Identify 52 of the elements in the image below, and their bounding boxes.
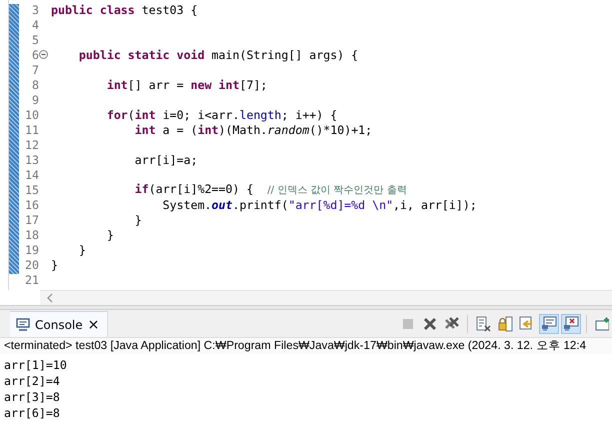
collapse-icon[interactable] xyxy=(39,50,48,59)
line-number: 3 xyxy=(31,2,39,16)
line-number: 20 xyxy=(24,258,39,272)
lock-document-icon xyxy=(497,316,513,332)
monitor-icon xyxy=(16,318,30,331)
monitor-icon xyxy=(541,316,557,332)
code-line: } xyxy=(134,212,142,226)
stop-icon xyxy=(402,318,414,330)
close-tab-button[interactable]: × xyxy=(88,316,100,332)
code-line: } xyxy=(78,242,86,256)
line-number: 12 xyxy=(24,138,39,152)
code-line: public class test03 { xyxy=(51,2,198,16)
console-output-line: arr[1]=10 xyxy=(4,357,68,373)
line-number: 13 xyxy=(24,152,39,166)
line-number: 4 xyxy=(31,18,39,32)
code-line: if(arr[i]%2==0) { // 인덱스 값이 짝수인것만 출력 xyxy=(134,182,407,197)
console-status: <terminated> test03 [Java Application] C:₩Program Files₩Java₩jdk-17₩bin₩javaw.exe (2024. 3. 12. 오후 12:4 xyxy=(0,338,612,354)
console-output-line: arr[3]=8 xyxy=(4,389,61,405)
line-number: 14 xyxy=(24,168,39,182)
line-number: 15 xyxy=(24,182,39,196)
code-line: } xyxy=(51,258,58,272)
line-number: 7 xyxy=(31,62,39,76)
code-line: public static void main(String[] args) { xyxy=(78,48,358,62)
monitor-error-icon xyxy=(563,316,579,332)
code-line: } xyxy=(106,228,114,242)
line-number: 10 xyxy=(24,108,39,122)
console-tab[interactable]: Console × xyxy=(10,311,108,337)
line-number: 17 xyxy=(24,212,39,226)
wrap-arrow-icon xyxy=(519,316,535,332)
code-line: System.out.printf("arr[%d]=%d \n",i, arr[i]); xyxy=(162,198,477,212)
line-number: 6 xyxy=(31,48,39,62)
console-output-line: arr[6]=8 xyxy=(4,405,61,421)
line-number: 5 xyxy=(31,32,39,46)
toolbar-button[interactable] xyxy=(561,314,581,334)
line-number: 11 xyxy=(24,122,39,136)
toolbar-button[interactable] xyxy=(539,314,559,334)
line-number: 8 xyxy=(31,78,39,92)
code-line: arr[i]=a; xyxy=(134,152,198,166)
line-number: 18 xyxy=(24,228,39,242)
line-number: 19 xyxy=(24,242,39,256)
document-x-icon xyxy=(475,316,491,332)
monitor-plus-icon xyxy=(595,316,609,332)
code-line: int a = (int)(Math.random()*10)+1; xyxy=(134,122,372,136)
line-number: 16 xyxy=(24,198,39,212)
close-icon xyxy=(423,317,437,331)
console-output-line: arr[2]=4 xyxy=(4,373,61,389)
code-line: int[] arr = new int[7]; xyxy=(106,78,268,92)
horizontal-scrollbar[interactable] xyxy=(40,290,612,305)
code-line: for(int i=0; i<arr.length; i++) { xyxy=(106,108,338,122)
tab-label: Console xyxy=(35,318,83,332)
line-number: 21 xyxy=(24,272,39,286)
line-number: 9 xyxy=(31,92,39,106)
